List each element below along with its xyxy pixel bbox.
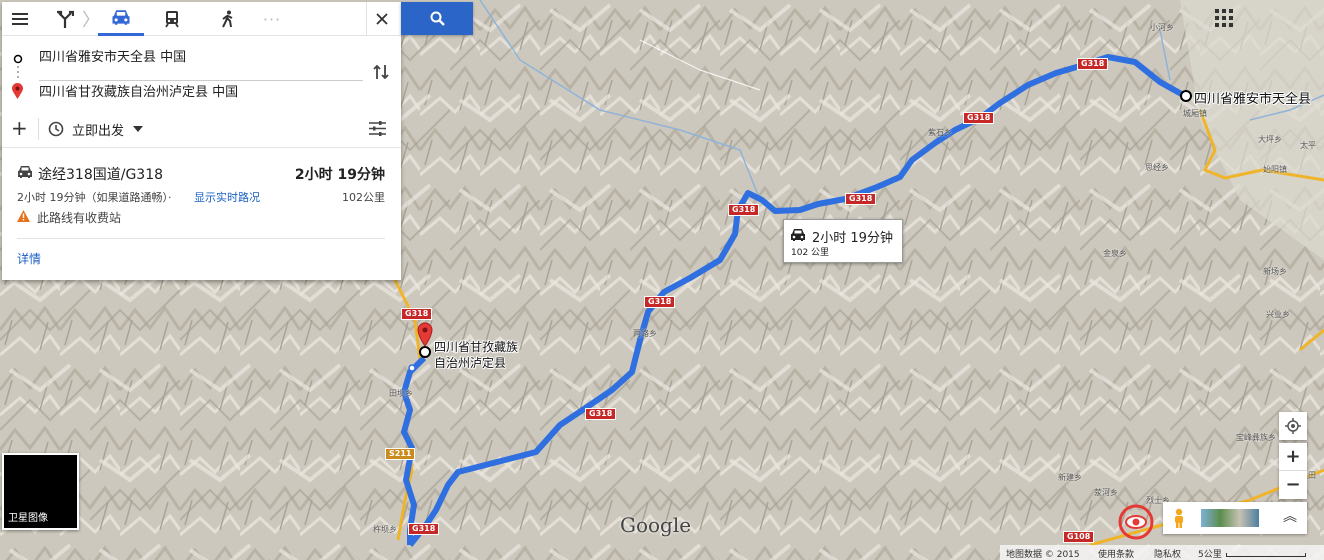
callout-duration: 2小时 19分钟 <box>812 231 893 246</box>
pegman-icon[interactable] <box>1172 508 1186 528</box>
apps-grid-icon[interactable] <box>1214 8 1234 28</box>
walk-icon <box>222 10 233 28</box>
location-icon <box>1285 418 1301 434</box>
transit-icon <box>165 11 179 28</box>
zoom-out-button[interactable]: − <box>1279 471 1307 498</box>
expand-chevron-icon[interactable]: ︽ <box>1283 506 1297 526</box>
search-icon <box>430 11 445 26</box>
place-label: 宝峰彝族乡 <box>1236 433 1276 442</box>
warning-icon <box>17 210 30 222</box>
menu-button[interactable] <box>8 2 32 36</box>
origin-label: 四川省雅安市天全县 <box>1194 92 1312 107</box>
origin-marker[interactable] <box>1180 90 1192 102</box>
place-label: 两路乡 <box>633 329 657 338</box>
place-label: 荥河乡 <box>1094 488 1118 497</box>
place-label: 新场乡 <box>1263 267 1287 276</box>
car-icon <box>18 166 32 178</box>
menu-icon <box>12 13 28 25</box>
zoom-control: + − <box>1279 443 1307 499</box>
place-label: 太平 <box>1300 141 1316 150</box>
mode-walking[interactable] <box>213 2 243 36</box>
satellite-toggle[interactable]: 卫星图像 <box>2 453 79 530</box>
add-destination-button[interactable]: + <box>11 116 28 140</box>
car-icon <box>112 10 130 25</box>
route-via: 途经318国道/G318 <box>38 167 164 183</box>
place-label: 大坪乡 <box>1258 135 1282 144</box>
divider <box>17 238 385 239</box>
satellite-label: 卫星图像 <box>8 513 48 524</box>
mode-driving[interactable] <box>98 2 144 36</box>
origin-dot-icon <box>13 54 23 64</box>
close-icon <box>375 13 388 25</box>
route-options-bar: + 立即出发 <box>2 110 401 148</box>
privacy-link[interactable]: 隐私权 <box>1154 547 1181 560</box>
place-label: 兴业乡 <box>1266 310 1290 319</box>
route-duration: 2小时 19分钟 <box>294 167 385 183</box>
place-label: 城厢镇 <box>1183 109 1207 118</box>
car-icon <box>791 229 805 241</box>
route-distance: 102公里 <box>342 191 385 204</box>
depart-time-select[interactable]: 立即出发 <box>72 120 124 139</box>
route-shield: G318 <box>408 523 440 535</box>
route-info-callout[interactable]: 2小时 19分钟 102 公里 <box>783 219 903 263</box>
zoom-in-button[interactable]: + <box>1279 443 1307 471</box>
origin-input[interactable]: 四川省雅安市天全县 中国 <box>39 46 186 65</box>
street-view-control[interactable]: ︽ <box>1163 502 1307 534</box>
scale-label: 5公里 <box>1198 550 1222 560</box>
destination-input[interactable]: 四川省甘孜藏族自治州泸定县 中国 <box>39 81 238 100</box>
divider <box>38 118 39 140</box>
watermark-icon <box>1118 504 1154 540</box>
route-shield: G318 <box>585 408 617 420</box>
show-traffic-link[interactable]: 显示实时路况 <box>194 189 260 205</box>
sliders-icon[interactable] <box>369 120 386 137</box>
toll-warning: 此路线有收费站 <box>37 211 122 225</box>
destination-label-line1: 四川省甘孜藏族 <box>434 340 519 354</box>
directions-panel: 〉 ··· 四川省雅安市天全县 中国 四川省甘孜藏族自治州泸定县 中国 + 立即… <box>2 2 401 280</box>
route-duration-detail: 2小时 19分钟（如果道路通畅）· <box>17 191 172 204</box>
place-label: 始阳镇 <box>1263 165 1287 174</box>
more-icon: ··· <box>262 9 282 29</box>
my-location-button[interactable] <box>1279 412 1307 440</box>
callout-distance: 102 公里 <box>791 248 830 258</box>
travel-mode-bar: 〉 ··· <box>2 2 401 36</box>
route-dots <box>17 66 19 78</box>
place-label: 金泉乡 <box>1103 249 1127 258</box>
clock-icon <box>48 121 64 137</box>
destination-label-line2: 自治州泸定县 <box>434 356 507 370</box>
details-link[interactable]: 详情 <box>17 250 41 267</box>
directions-icon <box>57 10 74 28</box>
photo-thumbnails[interactable] <box>1201 509 1259 527</box>
chevron-right-icon: 〉 <box>82 10 100 31</box>
route-shield: G318 <box>728 204 760 216</box>
mode-best-route[interactable] <box>50 2 80 36</box>
route-summary[interactable]: 途经318国道/G318 2小时 19分钟 2小时 19分钟（如果道路通畅）· … <box>2 149 401 280</box>
route-shield: G318 <box>963 112 995 124</box>
place-label: 小河乡 <box>1150 23 1174 32</box>
route-shield: S211 <box>385 448 416 460</box>
scale-bar <box>1226 553 1306 557</box>
route-shield: G318 <box>845 193 877 205</box>
chevron-down-icon[interactable] <box>133 126 143 132</box>
place-label: 田坝乡 <box>389 389 413 398</box>
place-label: 紫石乡 <box>928 128 952 137</box>
close-button[interactable] <box>366 2 396 36</box>
place-label: 思经乡 <box>1145 163 1169 172</box>
google-logo: Google <box>620 513 692 537</box>
map-data-credit: 地图数据 © 2015 <box>1006 550 1080 560</box>
map-footer: 地图数据 © 2015 使用条款 隐私权 5公里 <box>1000 545 1324 560</box>
swap-icon[interactable] <box>373 64 389 80</box>
more-modes-button[interactable]: ··· <box>257 2 287 36</box>
route-shield: G318 <box>1077 58 1109 70</box>
mode-transit[interactable] <box>157 2 187 36</box>
route-shield: G108 <box>1063 531 1095 543</box>
search-button[interactable] <box>401 2 473 35</box>
destination-pin-icon <box>12 83 23 99</box>
place-label: 新建乡 <box>1058 473 1082 482</box>
route-shield: G318 <box>644 296 676 308</box>
place-label: 杵坝乡 <box>373 525 397 534</box>
route-shield: G318 <box>401 308 433 320</box>
terms-link[interactable]: 使用条款 <box>1098 547 1134 560</box>
